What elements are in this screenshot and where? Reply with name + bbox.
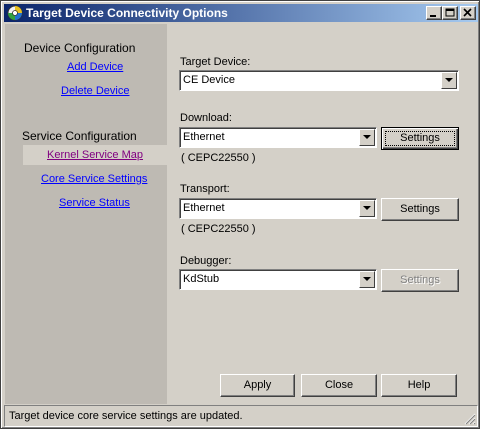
dialog-window: Target Device Connectivity Options Devic… (0, 0, 480, 429)
resize-grip-icon[interactable] (464, 413, 476, 425)
chevron-down-icon[interactable] (359, 129, 375, 146)
close-button-label: Close (324, 379, 354, 391)
apply-button-label: Apply (243, 379, 272, 391)
transport-label: Transport: (180, 183, 230, 195)
chevron-down-icon[interactable] (359, 200, 375, 217)
sidebar: Device Configuration Add Device Delete D… (5, 24, 167, 404)
close-window-button[interactable] (460, 6, 476, 20)
kernel-service-map-link[interactable]: Kernel Service Map (47, 149, 143, 161)
target-device-select[interactable]: CE Device (179, 70, 459, 91)
service-configuration-heading: Service Configuration (22, 129, 137, 143)
add-device-link[interactable]: Add Device (67, 61, 123, 73)
status-text: Target device core service settings are … (9, 410, 243, 422)
target-device-label: Target Device: (180, 56, 251, 68)
device-configuration-heading: Device Configuration (24, 41, 136, 55)
download-value: Ethernet (183, 131, 225, 143)
transport-settings-label: Settings (400, 203, 440, 215)
transport-device-detail: ( CEPC22550 ) (181, 223, 256, 235)
core-service-settings-link[interactable]: Core Service Settings (41, 173, 147, 185)
debugger-label: Debugger: (180, 255, 232, 267)
window-title: Target Device Connectivity Options (26, 6, 228, 20)
target-device-value: CE Device (183, 74, 235, 86)
download-select[interactable]: Ethernet (179, 127, 377, 148)
download-device-detail: ( CEPC22550 ) (181, 152, 256, 164)
status-bar: Target device core service settings are … (4, 405, 478, 427)
transport-value: Ethernet (183, 202, 225, 214)
app-icon (7, 5, 23, 21)
delete-device-link[interactable]: Delete Device (61, 85, 129, 97)
download-settings-button[interactable]: Settings (381, 127, 459, 150)
debugger-settings-label: Settings (400, 274, 440, 286)
minimize-button[interactable] (426, 6, 442, 20)
debugger-value: KdStub (183, 273, 220, 285)
chevron-down-icon[interactable] (441, 72, 457, 89)
download-label: Download: (180, 112, 232, 124)
transport-settings-button[interactable]: Settings (381, 198, 459, 221)
help-button-label: Help (407, 379, 431, 391)
transport-select[interactable]: Ethernet (179, 198, 377, 219)
debugger-select[interactable]: KdStub (179, 269, 377, 290)
close-button[interactable]: Close (301, 374, 377, 397)
apply-button[interactable]: Apply (220, 374, 295, 397)
help-button[interactable]: Help (381, 374, 457, 397)
maximize-button[interactable] (442, 6, 458, 20)
debugger-settings-button[interactable]: Settings (381, 269, 459, 292)
chevron-down-icon[interactable] (359, 271, 375, 288)
focus-rectangle (385, 131, 455, 146)
title-bar[interactable]: Target Device Connectivity Options (4, 4, 478, 22)
service-status-link[interactable]: Service Status (59, 197, 130, 209)
